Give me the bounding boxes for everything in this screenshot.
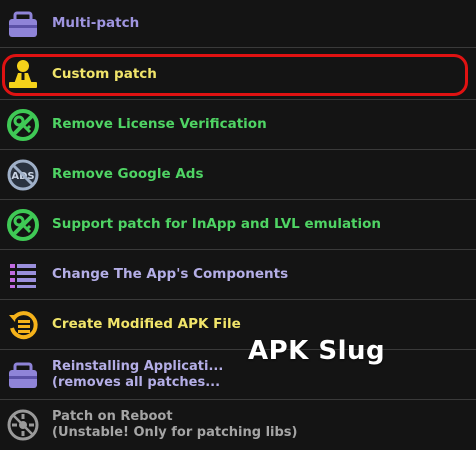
menu-item-label: Reinstalling Applicati... (removes all p… <box>52 359 223 391</box>
menu-item-label-line1: Reinstalling Applicati... <box>52 358 224 374</box>
component-list-icon <box>6 258 40 292</box>
menu-item-label: Support patch for InApp and LVL emulatio… <box>52 216 382 232</box>
rebuild-icon <box>6 308 40 342</box>
menu-item-label: Patch on Reboot (Unstable! Only for patc… <box>52 409 298 441</box>
menu-item-remove-google-ads[interactable]: ADS Remove Google Ads <box>0 150 476 200</box>
selection-highlight <box>2 54 468 96</box>
no-ads-icon: ADS <box>6 158 40 192</box>
menu-item-multi-patch[interactable]: Multi-patch <box>0 0 476 48</box>
menu-item-label-line2: (Unstable! Only for patching libs) <box>52 425 298 440</box>
toolbox-icon <box>6 358 40 392</box>
menu-item-reinstalling-application[interactable]: Reinstalling Applicati... (removes all p… <box>0 350 476 400</box>
menu-item-change-components[interactable]: Change The App's Components <box>0 250 476 300</box>
menu-item-label: Change The App's Components <box>52 266 289 282</box>
menu-item-label-line2: (removes all patches... <box>52 374 221 390</box>
menu-item-remove-license[interactable]: Remove License Verification <box>0 100 476 150</box>
menu-item-label: Multi-patch <box>52 15 140 31</box>
no-key-icon <box>6 208 40 242</box>
menu-item-patch-on-reboot[interactable]: Patch on Reboot (Unstable! Only for patc… <box>0 400 476 450</box>
reboot-patch-icon <box>6 408 40 442</box>
toolbox-icon <box>6 7 40 41</box>
menu-item-label: Remove Google Ads <box>52 166 204 182</box>
menu-item-label: Create Modified APK File <box>52 316 241 332</box>
watermark: APK Slug <box>248 336 386 366</box>
no-key-icon <box>6 108 40 142</box>
menu-item-create-apk[interactable]: Create Modified APK File <box>0 300 476 350</box>
menu-item-label-line1: Patch on Reboot <box>52 409 173 424</box>
menu-item-label: Remove License Verification <box>52 116 267 132</box>
menu-item-support-patch[interactable]: Support patch for InApp and LVL emulatio… <box>0 200 476 250</box>
